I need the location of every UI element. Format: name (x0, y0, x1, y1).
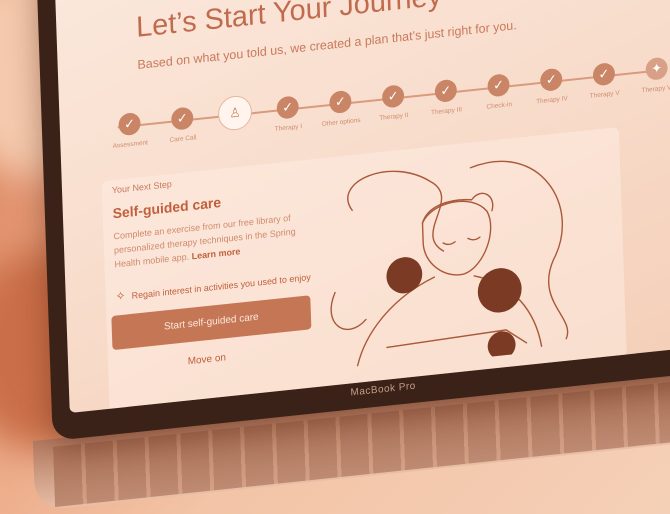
check-icon: ✓ (539, 67, 563, 92)
step-label: Therapy III (430, 106, 463, 117)
progress-step[interactable]: ✓ Assessment (99, 110, 160, 151)
illustration-dot (386, 257, 423, 294)
check-icon: ✓ (381, 84, 405, 109)
step-label: Therapy V (589, 89, 620, 100)
progress-step[interactable]: ✓ Therapy IV (521, 66, 582, 107)
illustration (330, 160, 569, 367)
step-label: Therapy IV (536, 95, 568, 106)
check-icon: ✓ (170, 106, 194, 131)
laptop: MacBook Pro Let’s Start Your Journey Bas… (32, 0, 670, 512)
step-label: Check-in (486, 101, 513, 111)
check-icon: ✓ (329, 89, 352, 115)
progress-step[interactable]: ✓ Therapy III (416, 77, 477, 118)
figure-icon: ✦ (645, 56, 668, 81)
step-label (206, 133, 266, 139)
person-icon: ♙ (217, 94, 253, 132)
photo-scene: MacBook Pro Let’s Start Your Journey Bas… (0, 0, 670, 514)
step-label: Therapy I (274, 123, 303, 133)
sparkle-icon: ✧ (115, 288, 126, 304)
progress-step[interactable]: ✓ Therapy I (257, 93, 318, 134)
illustration-line (330, 291, 367, 331)
closed-eyes (442, 236, 481, 246)
check-icon: ✓ (118, 111, 141, 137)
progress-step[interactable]: ✓ Check-in (468, 71, 529, 112)
step-label: Therapy VI (641, 84, 670, 95)
progress-step[interactable]: ♙ (205, 94, 266, 139)
check-icon: ✓ (434, 78, 458, 104)
progress-step[interactable]: ✓ Therapy V (574, 60, 635, 101)
laptop-screen: Let’s Start Your Journey Based on what y… (54, 0, 670, 413)
check-icon: ✓ (487, 73, 510, 98)
head (421, 200, 492, 276)
check-icon: ✓ (276, 95, 300, 120)
illustration-dot (477, 268, 522, 313)
progress-step[interactable]: ✓ Therapy II (363, 82, 424, 123)
step-label: Assessment (112, 139, 149, 151)
step-label: Other options (321, 116, 361, 129)
progress-step[interactable]: ✦ Therapy VI (626, 55, 670, 96)
progress-step[interactable]: ✓ Other options (310, 88, 371, 129)
step-label: Therapy II (379, 111, 409, 122)
step-label: Care Call (169, 134, 197, 145)
check-icon: ✓ (592, 62, 616, 87)
progress-step[interactable]: ✓ Care Call (152, 104, 213, 145)
